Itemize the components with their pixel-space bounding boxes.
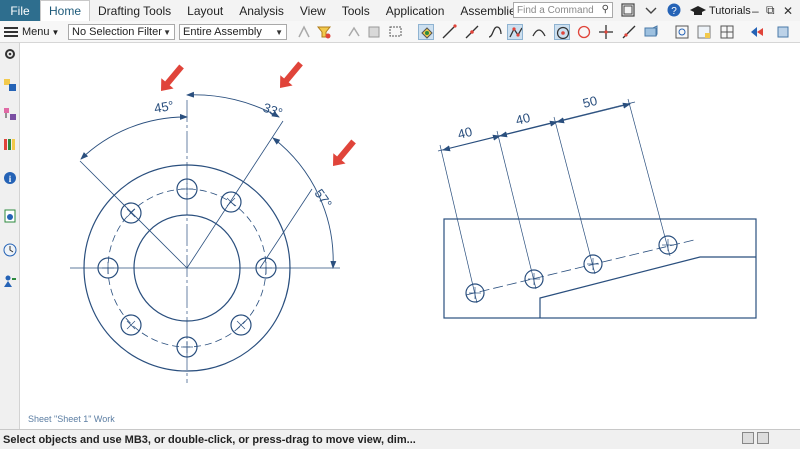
extension-line-hole-2 <box>496 130 537 290</box>
midpoint-icon[interactable] <box>464 24 480 40</box>
red-arrow-icon <box>333 139 356 166</box>
linear-dim-text-2[interactable]: 40 <box>514 110 532 128</box>
tab-layout[interactable]: Layout <box>179 0 231 21</box>
status-bar: Select objects and use MB3, or double-cl… <box>0 429 800 449</box>
spline-icon[interactable] <box>487 24 503 40</box>
angular-dim-text-45[interactable]: 45° <box>153 98 175 116</box>
selection-filter-value: No Selection Filter <box>72 26 162 38</box>
file-menu[interactable]: File <box>0 0 40 21</box>
dropdown-icon: ▼ <box>51 27 60 37</box>
red-arrow-icon <box>161 64 184 91</box>
flange-view[interactable] <box>70 91 340 383</box>
extension-line-hole-3 <box>553 116 596 275</box>
chevron-down-icon: ▼ <box>275 27 283 37</box>
reuse-library-icon[interactable] <box>3 137 17 151</box>
angular-dim-text-57[interactable]: 57° <box>312 186 336 211</box>
rectangle-selection-icon[interactable] <box>388 24 404 40</box>
scope-select[interactable]: Entire Assembly ▼ <box>179 24 287 40</box>
general-selection-icon[interactable] <box>296 24 312 40</box>
bolt-hole-top-left[interactable] <box>120 202 142 224</box>
plate-step-profile <box>539 256 756 318</box>
tutorials-link[interactable]: Tutorials <box>690 0 751 21</box>
status-grid-icon[interactable] <box>757 432 769 444</box>
snap-point-icon[interactable] <box>346 24 362 40</box>
nx-drafting-app: File Home Drafting Tools Layout Analysis… <box>0 0 800 449</box>
toolbar: Menu ▼ No Selection Filter ▼ Entire Asse… <box>0 21 800 43</box>
linear-dim-text-3[interactable]: 50 <box>581 93 599 111</box>
endpoint-snap-icon[interactable] <box>418 24 434 40</box>
red-arrow-icon <box>280 61 303 88</box>
callout-arrows <box>161 61 356 166</box>
angular-dim-text-33[interactable]: 33° <box>261 100 285 121</box>
help-icon[interactable]: ? <box>666 2 682 18</box>
part-navigator-icon[interactable] <box>3 78 17 92</box>
roles-icon[interactable] <box>3 274 17 288</box>
tutorials-label: Tutorials <box>709 4 751 17</box>
fit-view-icon[interactable] <box>674 24 690 40</box>
restore-icon[interactable]: ⧉ <box>766 0 775 21</box>
menu-icon <box>4 27 18 37</box>
info-icon[interactable]: i <box>3 171 17 185</box>
zoom-icon[interactable] <box>696 24 712 40</box>
layout-icon[interactable] <box>719 24 735 40</box>
tab-application[interactable]: Application <box>378 0 453 21</box>
plate-hole-1[interactable] <box>465 283 485 303</box>
extension-line-57 <box>259 188 313 269</box>
angular-dim-arc-45 <box>80 113 188 160</box>
plate-hole-2[interactable] <box>524 269 544 289</box>
selection-filter-select[interactable]: No Selection Filter ▼ <box>68 24 175 40</box>
minimize-icon[interactable]: – <box>752 0 759 21</box>
chevron-down-icon: ▼ <box>163 27 171 37</box>
clock-icon[interactable] <box>3 243 17 257</box>
bolt-hole-top-right[interactable] <box>220 191 242 213</box>
main-menu-button[interactable]: Menu ▼ <box>4 24 59 40</box>
plate-view[interactable] <box>437 98 757 319</box>
assembly-navigator-icon[interactable] <box>3 107 17 121</box>
plate-hole-3[interactable] <box>583 254 603 274</box>
bolt-hole-bottom-left[interactable] <box>120 314 142 336</box>
tab-tools[interactable]: Tools <box>334 0 378 21</box>
command-search-placeholder: Find a Command <box>517 4 594 16</box>
quadrant-point-icon[interactable] <box>576 24 592 40</box>
render-style-icon[interactable] <box>776 24 792 40</box>
graduation-cap-icon <box>690 5 706 15</box>
type-filter-icon[interactable] <box>316 24 332 40</box>
arc-icon[interactable] <box>531 24 547 40</box>
tab-home[interactable]: Home <box>40 0 91 21</box>
tab-view[interactable]: View <box>292 0 334 21</box>
close-icon[interactable]: ✕ <box>783 0 793 21</box>
feature-icon[interactable] <box>366 24 382 40</box>
point-on-curve-icon[interactable] <box>621 24 637 40</box>
window-icon[interactable] <box>620 2 636 18</box>
chevron-down-icon[interactable] <box>643 2 659 18</box>
svg-text:?: ? <box>671 6 677 17</box>
tab-analysis[interactable]: Analysis <box>231 0 292 21</box>
tab-drafting-tools[interactable]: Drafting Tools <box>90 0 179 21</box>
orient-view-icon[interactable] <box>749 24 765 40</box>
resource-bar: i <box>0 43 20 429</box>
extension-line-hole-1 <box>439 144 478 304</box>
sheet-status-label: Sheet "Sheet 1" Work <box>28 414 115 424</box>
gear-icon[interactable] <box>3 47 17 61</box>
main-menu-label: Menu <box>22 26 50 38</box>
history-icon[interactable] <box>3 209 17 223</box>
drawing-svg: 45° 33° 57° 40 40 50 <box>70 61 757 383</box>
status-message: Select objects and use MB3, or double-cl… <box>3 433 416 446</box>
linear-dim-text-1[interactable]: 40 <box>456 124 474 142</box>
extension-line-45 <box>79 160 188 269</box>
drawing-sheet[interactable]: 45° 33° 57° 40 40 50 <box>20 43 800 429</box>
curve-point-icon[interactable] <box>507 24 523 40</box>
plate-outline <box>443 218 757 319</box>
extension-line-hole-4 <box>627 98 671 257</box>
line-icon[interactable] <box>441 24 457 40</box>
scope-value: Entire Assembly <box>183 26 262 38</box>
command-search-input[interactable]: Find a Command ⚲ <box>513 2 613 18</box>
arc-center-icon[interactable] <box>554 24 570 40</box>
bolt-hole-bottom-right[interactable] <box>230 314 252 336</box>
intersection-icon[interactable] <box>598 24 614 40</box>
status-display-icon[interactable] <box>742 432 754 444</box>
view-icon[interactable] <box>643 24 659 40</box>
search-icon[interactable]: ⚲ <box>602 4 609 15</box>
